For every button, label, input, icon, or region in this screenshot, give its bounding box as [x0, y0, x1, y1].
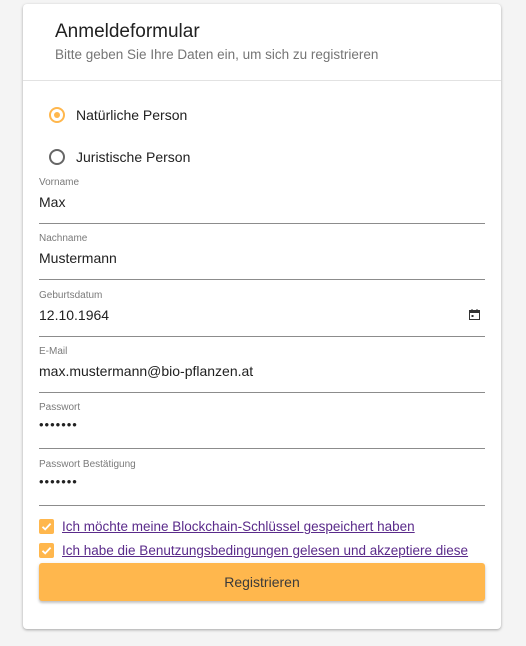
radio-checked-icon[interactable] — [49, 107, 65, 123]
form-title: Anmeldeformular — [55, 21, 200, 42]
checkbox-label-accept-terms[interactable]: Ich habe die Benutzungsbedingungen geles… — [62, 543, 468, 558]
last-name-input[interactable]: Mustermann — [39, 250, 117, 266]
password-field[interactable]: Passwort ••••••• — [39, 402, 485, 449]
calendar-icon[interactable] — [469, 309, 480, 320]
form-subtitle: Bitte geben Sie Ihre Daten ein, um sich … — [55, 47, 379, 62]
registration-card: Anmeldeformular Bitte geben Sie Ihre Dat… — [23, 4, 501, 629]
first-name-input[interactable]: Max — [39, 194, 65, 210]
checkbox-label-save-keys[interactable]: Ich möchte meine Blockchain-Schlüssel ge… — [62, 519, 415, 534]
field-label: E-Mail — [39, 346, 68, 357]
checkbox-checked-icon[interactable] — [39, 519, 54, 534]
radio-label: Juristische Person — [76, 149, 191, 165]
radio-unchecked-icon[interactable] — [49, 149, 65, 165]
password-confirm-input[interactable]: ••••••• — [39, 474, 78, 489]
field-label: Passwort Bestätigung — [39, 459, 136, 470]
password-confirm-field[interactable]: Passwort Bestätigung ••••••• — [39, 459, 485, 506]
radio-label: Natürliche Person — [76, 107, 188, 123]
field-label: Vorname — [39, 177, 80, 188]
password-input[interactable]: ••••••• — [39, 417, 78, 432]
birthdate-input[interactable]: 12.10.1964 — [39, 307, 109, 323]
checkmark-icon — [41, 546, 52, 555]
birthdate-field[interactable]: Geburtsdatum 12.10.1964 — [39, 290, 485, 337]
field-label: Nachname — [39, 233, 88, 244]
card-header: Anmeldeformular Bitte geben Sie Ihre Dat… — [23, 4, 501, 81]
email-field[interactable]: E-Mail max.mustermann@bio-pflanzen.at — [39, 346, 485, 393]
checkbox-accept-terms[interactable]: Ich habe die Benutzungsbedingungen geles… — [39, 543, 468, 558]
field-label: Geburtsdatum — [39, 290, 103, 301]
checkbox-checked-icon[interactable] — [39, 543, 54, 558]
checkmark-icon — [41, 522, 52, 531]
register-button[interactable]: Registrieren — [39, 563, 485, 601]
field-label: Passwort — [39, 402, 81, 413]
first-name-field[interactable]: Vorname Max — [39, 177, 485, 224]
radio-natural-person[interactable]: Natürliche Person — [49, 107, 187, 123]
email-input[interactable]: max.mustermann@bio-pflanzen.at — [39, 363, 253, 379]
checkbox-save-keys[interactable]: Ich möchte meine Blockchain-Schlüssel ge… — [39, 519, 415, 534]
last-name-field[interactable]: Nachname Mustermann — [39, 233, 485, 280]
radio-legal-person[interactable]: Juristische Person — [49, 149, 190, 165]
